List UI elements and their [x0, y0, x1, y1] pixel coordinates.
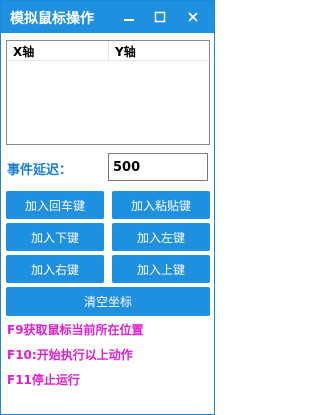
- column-header-y[interactable]: Y轴: [115, 43, 136, 60]
- app-window: 模拟鼠标操作 X轴 Y轴 事件延迟： 加入回车键 加入粘贴键 加入下键 加入左键…: [0, 0, 215, 415]
- maximize-button[interactable]: [148, 5, 172, 29]
- hotkey-hint-f9: F9获取鼠标当前所在位置: [7, 323, 144, 337]
- close-icon: [188, 12, 198, 22]
- add-up-key-button[interactable]: 加入上键: [112, 255, 210, 283]
- coordinate-list[interactable]: X轴 Y轴: [6, 40, 210, 145]
- hotkey-hint-f10: F10:开始执行以上动作: [7, 348, 133, 362]
- add-enter-key-button[interactable]: 加入回车键: [6, 191, 104, 219]
- clear-coordinates-button[interactable]: 清空坐标: [6, 287, 210, 316]
- add-down-key-button[interactable]: 加入下键: [6, 223, 104, 251]
- column-header-x[interactable]: X轴: [13, 43, 34, 60]
- minimize-icon: [124, 19, 134, 21]
- column-divider[interactable]: [108, 41, 109, 60]
- maximize-icon: [154, 11, 166, 23]
- event-delay-label: 事件延迟：: [7, 163, 73, 178]
- close-button[interactable]: [181, 5, 205, 29]
- add-paste-key-button[interactable]: 加入粘贴键: [112, 191, 210, 219]
- add-right-key-button[interactable]: 加入右键: [6, 255, 104, 283]
- minimize-button[interactable]: [117, 5, 141, 29]
- title-bar[interactable]: 模拟鼠标操作: [1, 1, 214, 33]
- list-header: X轴 Y轴: [7, 41, 209, 61]
- hotkey-hint-f11: F11停止运行: [7, 373, 80, 387]
- window-title: 模拟鼠标操作: [10, 11, 94, 27]
- add-left-key-button[interactable]: 加入左键: [112, 223, 210, 251]
- event-delay-input[interactable]: [108, 153, 208, 181]
